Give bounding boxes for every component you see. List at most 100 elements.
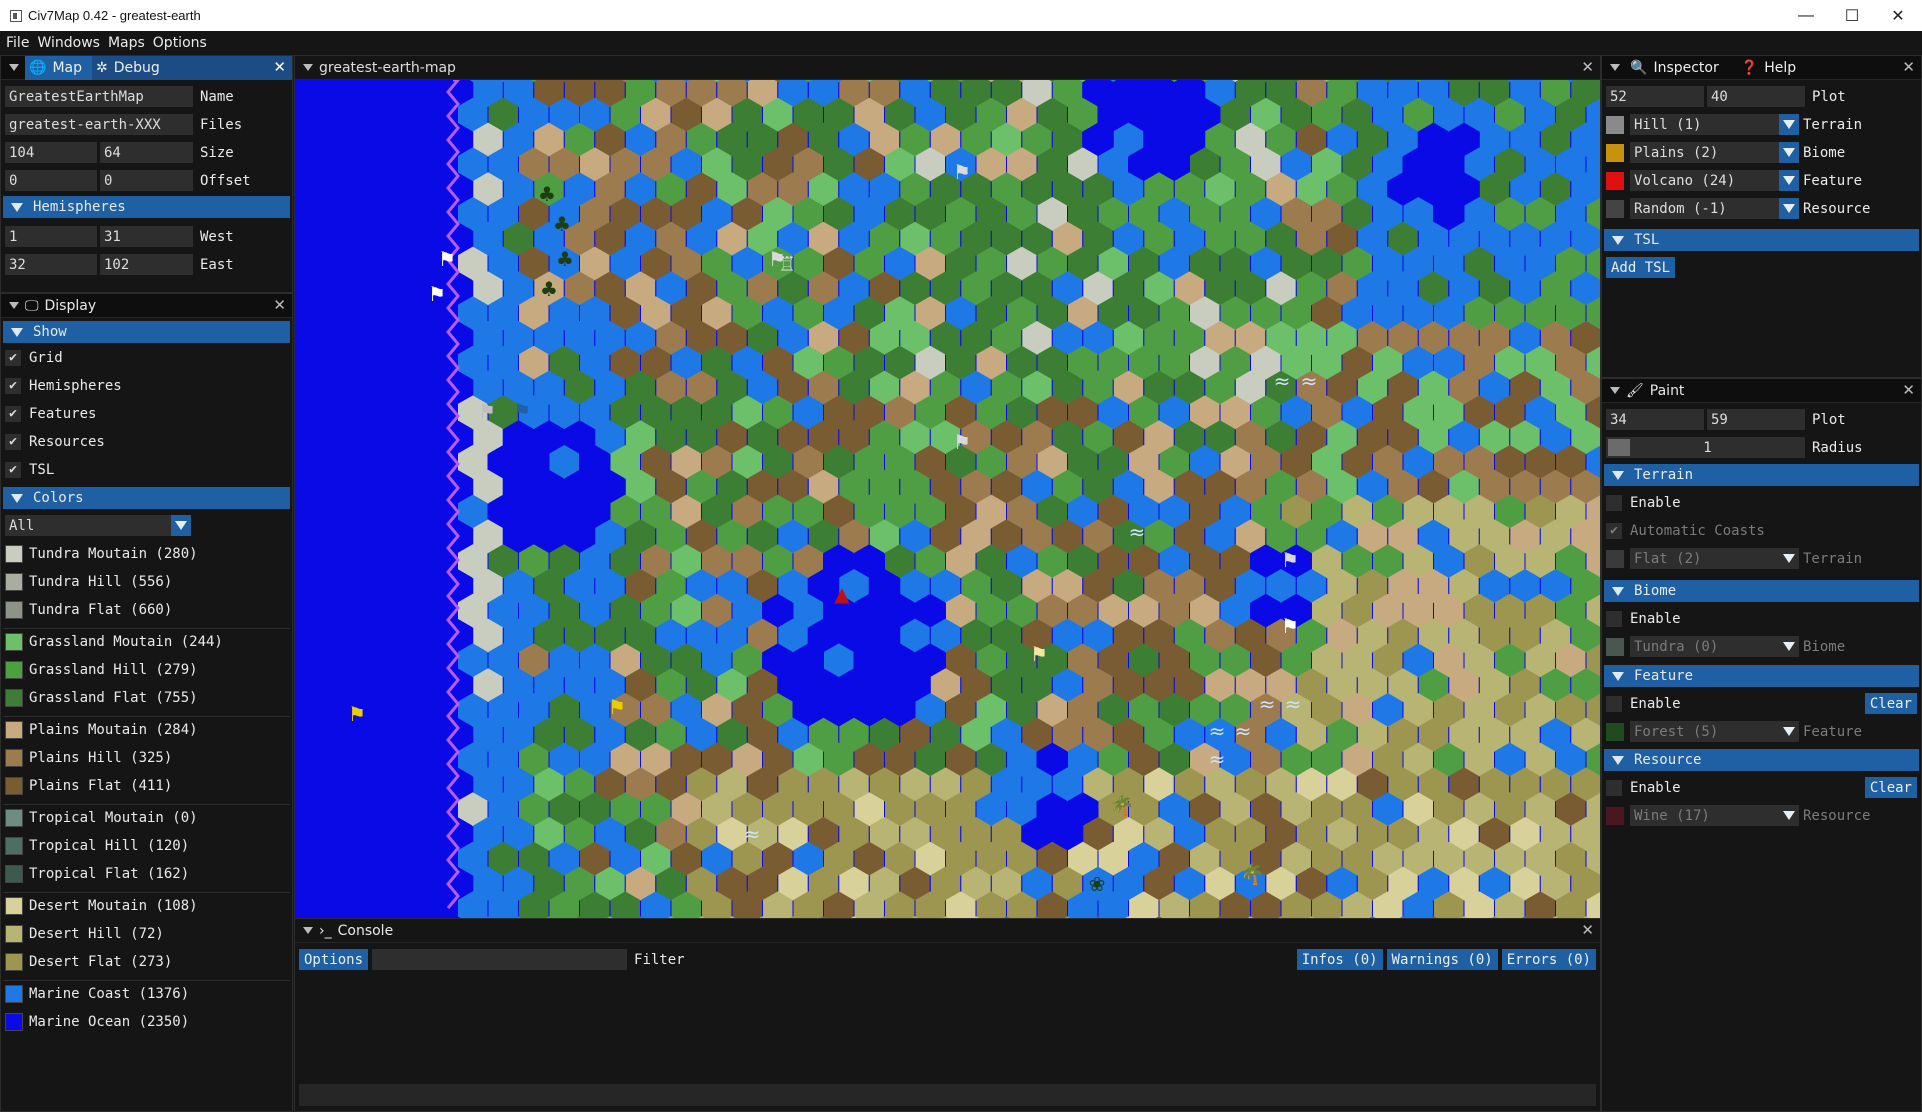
maximize-button[interactable]: ☐ <box>1829 0 1875 31</box>
close-icon[interactable]: ✕ <box>273 58 286 76</box>
legend-swatch[interactable] <box>5 748 23 767</box>
menu-windows[interactable]: Windows <box>37 35 100 51</box>
checkbox-resource-enable[interactable] <box>1606 779 1622 796</box>
inspector-plot-x[interactable]: 52 <box>1606 86 1704 107</box>
offset-y-field[interactable]: 0 <box>100 170 193 191</box>
colors-filter-select[interactable]: All <box>5 515 171 536</box>
paint-biome-header[interactable]: Biome <box>1604 580 1919 602</box>
paint-feature-select[interactable]: Forest (5) <box>1630 721 1779 742</box>
console-filter-input[interactable] <box>372 949 628 970</box>
console-command-input[interactable] <box>299 1084 1596 1106</box>
legend-swatch[interactable] <box>5 660 23 679</box>
menu-maps[interactable]: Maps <box>108 35 145 51</box>
east-end-field[interactable]: 102 <box>100 254 193 275</box>
paint-plot-y[interactable]: 59 <box>1707 409 1805 430</box>
console-options-button[interactable]: Options <box>299 949 369 970</box>
inspector-plot-y[interactable]: 40 <box>1707 86 1805 107</box>
chevron-down-icon[interactable] <box>1779 198 1799 219</box>
collapse-icon[interactable] <box>9 64 19 71</box>
checkbox-features[interactable]: ✔ <box>5 405 21 422</box>
legend-swatch[interactable] <box>5 808 23 827</box>
collapse-icon[interactable] <box>9 302 19 309</box>
checkbox-biome-enable[interactable] <box>1606 610 1622 627</box>
slider-grab[interactable] <box>1608 439 1630 456</box>
size-width-field[interactable]: 104 <box>5 142 97 163</box>
automatic-coasts-row[interactable]: ✔ Automatic Coasts <box>1606 519 1917 542</box>
legend-swatch[interactable] <box>5 572 23 591</box>
paint-plot-x[interactable]: 34 <box>1606 409 1704 430</box>
chevron-down-icon[interactable] <box>1779 548 1799 569</box>
checkbox-hemispheres[interactable]: ✔ <box>5 377 21 394</box>
menu-options[interactable]: Options <box>153 35 207 51</box>
collapse-icon[interactable] <box>1610 64 1620 71</box>
colors-header[interactable]: Colors <box>3 487 290 509</box>
chevron-down-icon[interactable] <box>1779 636 1799 657</box>
map-name-field[interactable]: GreatestEarthMap <box>5 86 193 107</box>
show-hemispheres-row[interactable]: ✔ Hemispheres <box>5 374 288 397</box>
paint-resource-select[interactable]: Wine (17) <box>1630 805 1779 826</box>
close-icon[interactable]: ✕ <box>1902 381 1915 399</box>
inspector-select[interactable]: Random (-1) <box>1630 198 1779 219</box>
legend-swatch[interactable] <box>5 864 23 883</box>
close-window-button[interactable]: ✕ <box>1875 0 1921 31</box>
chevron-down-icon[interactable] <box>1779 142 1799 163</box>
legend-swatch[interactable] <box>5 688 23 707</box>
tab-inspector[interactable]: 🔍 Inspector <box>1626 56 1729 80</box>
legend-swatch[interactable] <box>5 776 23 795</box>
tsl-header[interactable]: TSL <box>1604 229 1919 251</box>
paint-terrain-header[interactable]: Terrain <box>1604 464 1919 486</box>
inspector-select[interactable]: Hill (1) <box>1630 114 1779 135</box>
size-height-field[interactable]: 64 <box>100 142 193 163</box>
legend-swatch[interactable] <box>5 896 23 915</box>
close-icon[interactable]: ✕ <box>1902 58 1915 76</box>
terrain-enable-row[interactable]: Enable <box>1606 491 1917 514</box>
hemispheres-header[interactable]: Hemispheres <box>3 196 290 218</box>
radius-slider[interactable]: 1 <box>1606 437 1805 458</box>
hex-map-canvas[interactable]: ♣♣♣♣⚑⚑⚑⚑⚑⚑⚑⚑⚑⚑⚑⚑❀▲♖≈≈≈≈≈≈≈≈≈🌴🌴♣♣♣♣♣● <box>295 80 1600 918</box>
feature-clear-button[interactable]: Clear <box>1864 693 1917 714</box>
checkbox-resources[interactable]: ✔ <box>5 433 21 450</box>
infos-button[interactable]: Infos (0) <box>1296 949 1383 970</box>
checkbox-automatic-coasts[interactable]: ✔ <box>1606 522 1622 539</box>
close-icon[interactable]: ✕ <box>1581 58 1594 76</box>
legend-swatch[interactable] <box>5 632 23 651</box>
resource-clear-button[interactable]: Clear <box>1864 777 1917 798</box>
checkbox-feature-enable[interactable] <box>1606 695 1622 712</box>
chevron-down-icon[interactable] <box>1779 721 1799 742</box>
checkbox-terrain-enable[interactable] <box>1606 494 1622 511</box>
show-tsl-row[interactable]: ✔ TSL <box>5 458 288 481</box>
east-start-field[interactable]: 32 <box>5 254 97 275</box>
show-grid-row[interactable]: ✔ Grid <box>5 346 288 369</box>
add-tsl-button[interactable]: Add TSL <box>1606 257 1676 278</box>
chevron-down-icon[interactable] <box>1779 114 1799 135</box>
inspector-select[interactable]: Volcano (24) <box>1630 170 1779 191</box>
collapse-icon[interactable] <box>1610 387 1620 394</box>
warnings-button[interactable]: Warnings (0) <box>1386 949 1498 970</box>
close-icon[interactable]: ✕ <box>273 296 286 314</box>
paint-biome-select[interactable]: Tundra (0) <box>1630 636 1779 657</box>
chevron-down-icon[interactable] <box>1779 170 1799 191</box>
minimize-button[interactable]: — <box>1783 0 1829 31</box>
biome-enable-row[interactable]: Enable <box>1606 607 1917 630</box>
tab-debug[interactable]: ✲ Debug <box>91 55 170 80</box>
west-start-field[interactable]: 1 <box>5 226 97 247</box>
close-icon[interactable]: ✕ <box>1581 921 1594 939</box>
menu-file[interactable]: File <box>6 35 29 51</box>
checkbox-tsl[interactable]: ✔ <box>5 461 21 478</box>
legend-swatch[interactable] <box>5 600 23 619</box>
offset-x-field[interactable]: 0 <box>5 170 97 191</box>
west-end-field[interactable]: 31 <box>100 226 193 247</box>
legend-swatch[interactable] <box>5 984 23 1003</box>
legend-swatch[interactable] <box>5 720 23 739</box>
paint-resource-header[interactable]: Resource <box>1604 749 1919 771</box>
paint-terrain-select[interactable]: Flat (2) <box>1630 548 1779 569</box>
collapse-icon[interactable] <box>303 64 313 71</box>
files-field[interactable]: greatest-earth-XXX <box>5 114 193 135</box>
legend-swatch[interactable] <box>5 924 23 943</box>
checkbox-grid[interactable]: ✔ <box>5 349 21 366</box>
chevron-down-icon[interactable] <box>171 515 191 536</box>
tab-help[interactable]: ❓ Help <box>1737 56 1806 80</box>
paint-feature-header[interactable]: Feature <box>1604 665 1919 687</box>
legend-swatch[interactable] <box>5 952 23 971</box>
chevron-down-icon[interactable] <box>1779 805 1799 826</box>
